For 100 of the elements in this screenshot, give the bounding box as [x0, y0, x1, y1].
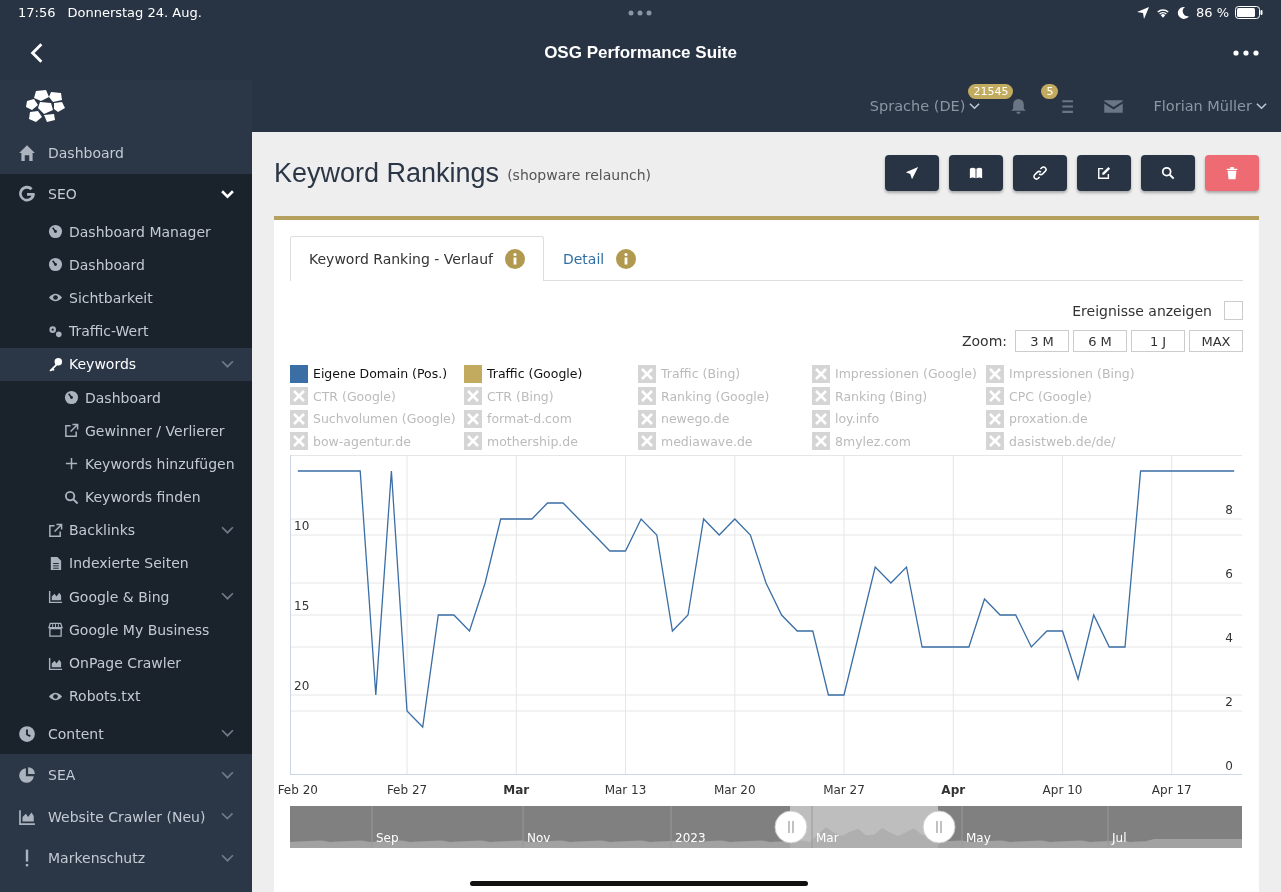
axis-label: Mar 27	[823, 783, 865, 797]
legend-label[interactable]: Traffic (Google)	[487, 366, 583, 382]
search-button[interactable]	[1141, 155, 1195, 191]
logo-icon[interactable]	[24, 89, 68, 123]
axis-label: 10	[294, 519, 310, 533]
gauge-icon	[48, 224, 63, 240]
sidebar-item[interactable]: Indexierte Seiten	[0, 546, 252, 581]
crossed-box-icon[interactable]	[464, 409, 482, 428]
range-handle[interactable]	[922, 810, 956, 844]
mail-icon[interactable]	[1104, 98, 1124, 114]
task-count: 5	[1041, 83, 1059, 99]
crossed-box-icon[interactable]	[812, 409, 830, 428]
back-icon[interactable]	[30, 41, 44, 64]
crossed-box-icon[interactable]	[638, 364, 656, 383]
crossed-box-icon[interactable]	[812, 387, 830, 406]
sidebar-item[interactable]: Dashboard Manager	[0, 215, 252, 249]
send-button[interactable]	[885, 155, 939, 191]
axis-label: Apr	[941, 783, 966, 797]
book-button[interactable]	[949, 155, 1003, 191]
location-icon	[1135, 5, 1150, 20]
more-icon[interactable]	[1233, 49, 1259, 56]
legend-label[interactable]: Eigene Domain (Pos.)	[313, 366, 448, 382]
sidebar-item[interactable]: Content	[0, 712, 252, 755]
chevron-icon	[1256, 101, 1267, 111]
crossed-box-icon[interactable]	[464, 387, 482, 406]
crossed-box-icon[interactable]	[638, 409, 656, 428]
chevron-icon	[969, 101, 981, 111]
area-icon	[48, 589, 63, 605]
navigator-drawing[interactable]	[290, 806, 1242, 848]
sidebar-item[interactable]: Traffic-Wert	[0, 314, 252, 348]
sidebar-item[interactable]: SEO	[0, 173, 252, 215]
events-checkbox[interactable]	[1224, 301, 1243, 320]
status-time: 17:56	[18, 5, 56, 20]
sidebar-item[interactable]: Backlinks	[0, 513, 252, 547]
crossed-box-icon[interactable]	[812, 364, 830, 383]
home-indicator[interactable]	[470, 881, 808, 886]
range-handle[interactable]	[774, 810, 808, 844]
trash-icon	[1225, 166, 1239, 180]
area-icon	[18, 807, 36, 826]
gauge-icon	[48, 257, 63, 273]
info-icon	[616, 248, 637, 269]
plus-icon	[64, 456, 79, 472]
tab[interactable]: Detail	[543, 236, 656, 280]
bell-icon[interactable]	[1010, 97, 1028, 115]
crossed-box-icon[interactable]	[638, 432, 656, 451]
google-icon	[18, 185, 36, 204]
sidebar-item[interactable]: Keywords hinzufügen	[0, 447, 252, 481]
crossed-box-icon[interactable]	[986, 432, 1004, 451]
navigator-label: Sep	[376, 831, 399, 845]
navigator-label: 2023	[675, 831, 706, 845]
delete-button[interactable]	[1205, 155, 1259, 191]
gears-icon	[48, 323, 63, 339]
sidebar-item[interactable]: Google My Business	[0, 613, 252, 647]
language-dropdown[interactable]: Sprache (DE)	[869, 98, 981, 114]
sidebar-item[interactable]: Robots.txt	[0, 679, 252, 713]
axis-label: Feb 27	[386, 783, 428, 797]
crossed-box-icon[interactable]	[986, 364, 1004, 383]
user-menu[interactable]: Florian Müller	[1153, 98, 1267, 114]
edit-button[interactable]	[1077, 155, 1131, 191]
crossed-box-icon[interactable]	[986, 409, 1004, 428]
crossed-box-icon[interactable]	[290, 409, 308, 428]
zoom-button[interactable]: MAX	[1189, 330, 1243, 352]
sidebar-item[interactable]: Google & Bing	[0, 580, 252, 614]
axis-label: Mar	[503, 783, 530, 797]
crossed-box-icon[interactable]	[290, 432, 308, 451]
navigator-label: Jul	[1112, 831, 1127, 845]
events-label: Ereignisse anzeigen	[1072, 302, 1212, 319]
pie-icon	[18, 766, 36, 785]
file-icon	[48, 555, 63, 571]
sidebar-item[interactable]: Dashboard	[0, 248, 252, 282]
axis-label: 8	[1225, 503, 1233, 517]
crossed-box-icon[interactable]	[638, 387, 656, 406]
legend-swatch[interactable]	[464, 364, 482, 383]
axis-label: 0	[1225, 759, 1233, 773]
sidebar-item[interactable]: OnPage Crawler	[0, 646, 252, 680]
battery-percent: 86 %	[1195, 5, 1229, 20]
axis-label: 4	[1225, 631, 1233, 645]
clock-icon	[18, 724, 36, 743]
crossed-box-icon[interactable]	[812, 432, 830, 451]
crossed-box-icon[interactable]	[986, 387, 1004, 406]
axis-label: Apr 10	[1042, 783, 1083, 797]
axis-label: Apr 17	[1151, 783, 1192, 797]
notification-count: 21545	[968, 83, 1014, 99]
link-button[interactable]	[1013, 155, 1067, 191]
store-icon	[48, 622, 63, 638]
sidebar-item[interactable]: Dashboard	[0, 380, 252, 415]
sidebar-item[interactable]: Gewinner / Verlierer	[0, 414, 252, 448]
legend-swatch[interactable]	[290, 364, 308, 383]
tab[interactable]: Keyword Ranking - Verlauf	[290, 236, 544, 281]
status-date: Donnerstag 24. Aug.	[67, 5, 202, 20]
zoom-button[interactable]: 6 M	[1073, 330, 1127, 352]
axis-label: 15	[294, 599, 310, 613]
sidebar-item[interactable]: Keywords finden	[0, 480, 252, 514]
zoom-button[interactable]: 3 M	[1015, 330, 1069, 352]
multitasking-icon	[628, 10, 652, 16]
crossed-box-icon[interactable]	[464, 432, 482, 451]
book-icon	[969, 166, 983, 180]
axis-label: 6	[1225, 567, 1233, 581]
zoom-button[interactable]: 1 J	[1131, 330, 1185, 352]
sidebar-item[interactable]: Sichtbarkeit	[0, 281, 252, 315]
